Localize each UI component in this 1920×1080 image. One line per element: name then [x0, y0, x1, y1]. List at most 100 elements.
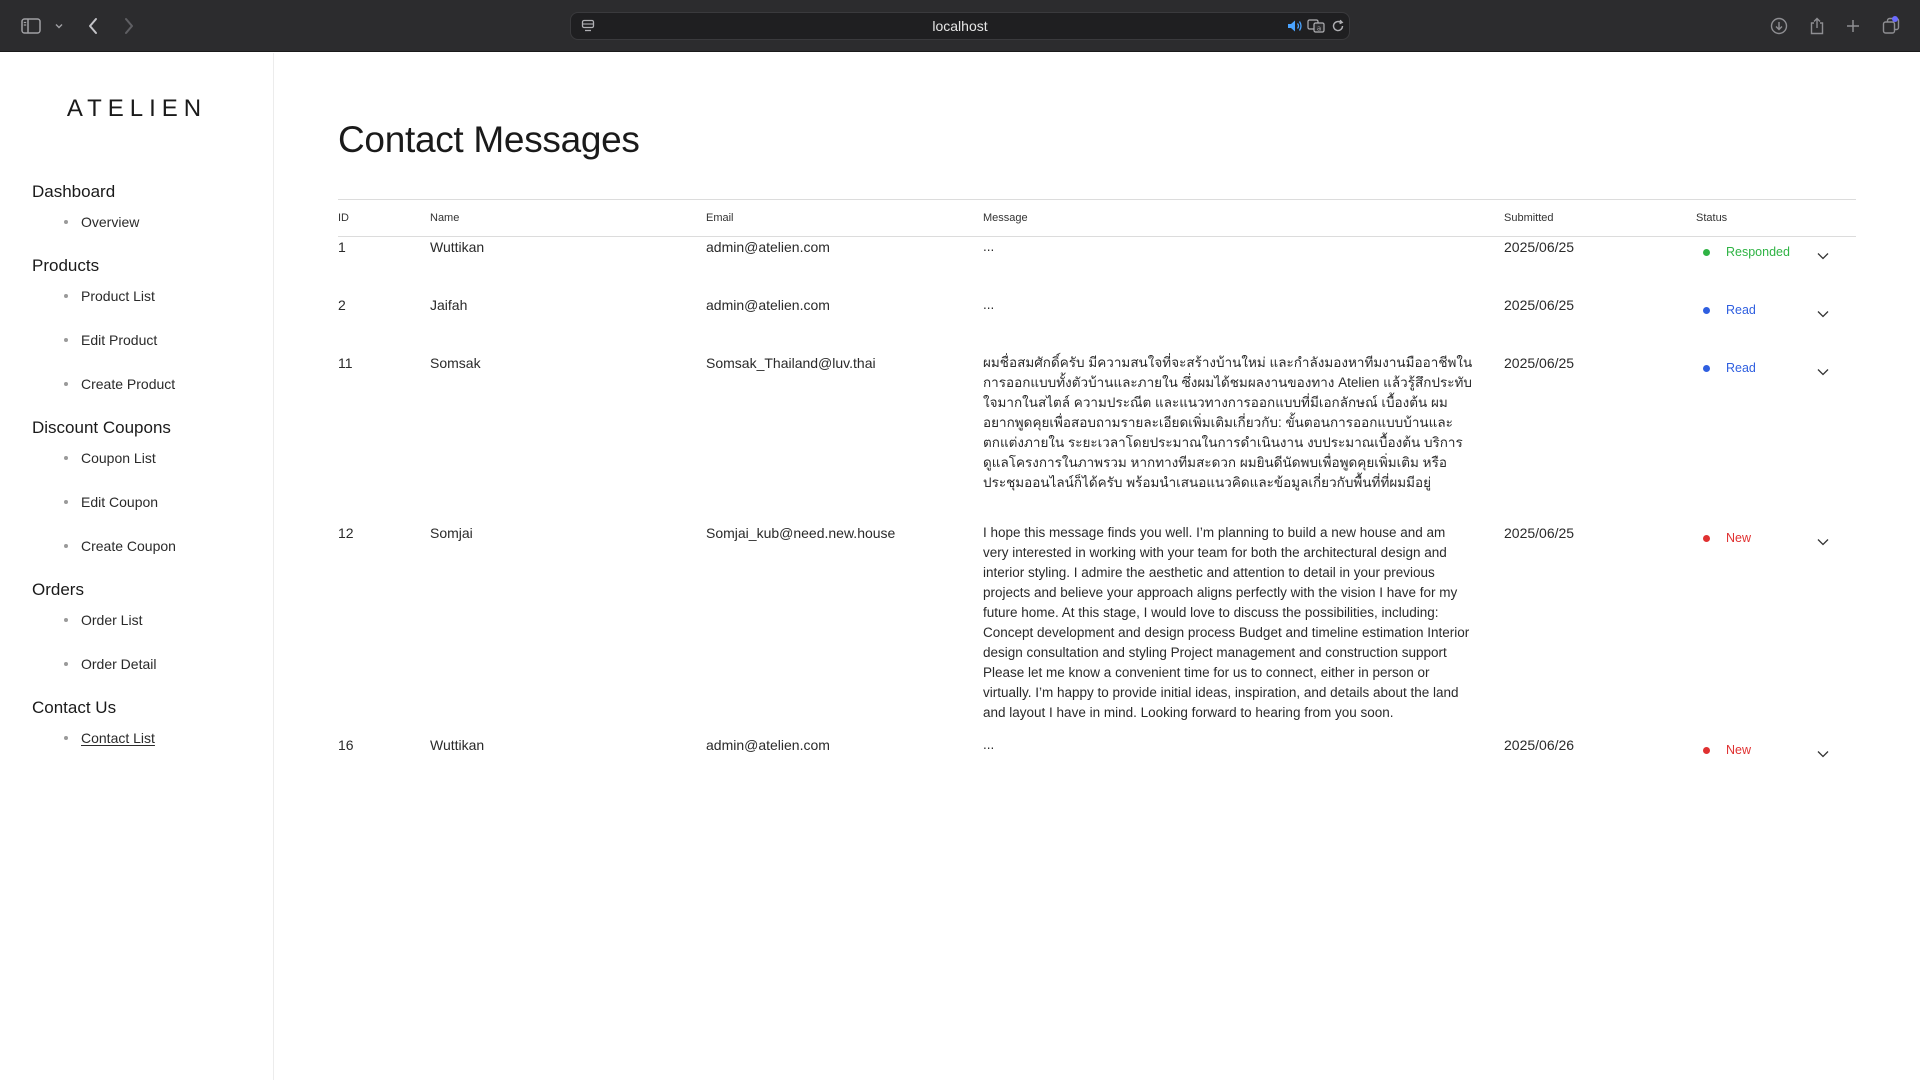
cell-name: Somsak [430, 355, 481, 371]
sidebar-item-create-coupon[interactable]: Create Coupon [32, 536, 262, 560]
nav-section-products: Products Product List Edit Product Create P… [32, 254, 262, 398]
cell-name: Somjai [430, 525, 473, 541]
cell-id: 11 [338, 355, 353, 371]
translate-icon[interactable]: a [1307, 18, 1325, 34]
status-dropdown[interactable]: New [1703, 528, 1833, 548]
back-button[interactable] [82, 12, 104, 40]
bullet-icon [64, 456, 68, 460]
sidebar-item-order-detail[interactable]: Order Detail [32, 654, 262, 678]
reload-icon[interactable] [1331, 18, 1345, 34]
cell-submitted: 2025/06/25 [1504, 239, 1575, 255]
chevron-down-icon[interactable] [1816, 532, 1830, 552]
sidebar-item-edit-product[interactable]: Edit Product [32, 330, 262, 374]
contact-messages-table: ID Name Email Message Submitted Status 1… [338, 199, 1856, 758]
audio-playing-icon[interactable] [1287, 18, 1303, 34]
cell-name: Jaifah [430, 297, 468, 313]
chevron-left-icon [87, 17, 99, 35]
url-text: localhost [932, 18, 988, 34]
status-badge: New [1726, 743, 1752, 757]
status-dot-icon [1703, 306, 1710, 314]
nav-item-list: Product List Edit Product Create Product [32, 286, 262, 398]
cell-message: I hope this message finds you well. I’m … [983, 525, 1470, 720]
chevron-down-icon[interactable] [1816, 304, 1830, 324]
cell-email: admin@atelien.com [706, 239, 830, 255]
cell-submitted: 2025/06/25 [1504, 525, 1575, 541]
status-badge: Read [1726, 303, 1756, 317]
share-icon [1809, 17, 1825, 35]
status-badge: New [1726, 531, 1752, 545]
sidebar-item-label: Coupon List [81, 450, 156, 466]
cell-email: Somsak_Thailand@luv.thai [706, 355, 876, 371]
sidebar-menu-button[interactable] [52, 12, 66, 40]
nav-heading: Orders [32, 580, 84, 599]
sidebar-item-label: Order List [81, 612, 143, 628]
nav-section-orders: Orders Order List Order Detail [32, 578, 262, 678]
sidebar-item-edit-coupon[interactable]: Edit Coupon [32, 492, 262, 536]
cell-submitted: 2025/06/26 [1504, 737, 1575, 753]
nav-section-discount-coupons: Discount Coupons Coupon List Edit Coupon Cr… [32, 416, 262, 560]
status-dropdown[interactable]: Read [1703, 358, 1833, 378]
nav-heading: Dashboard [32, 182, 116, 201]
sidebar-item-label: Create Coupon [81, 538, 176, 554]
chevron-down-icon[interactable] [1816, 744, 1830, 764]
status-dot-icon [1703, 248, 1710, 256]
sidebar-item-coupon-list[interactable]: Coupon List [32, 448, 262, 492]
column-header-status: Status [1696, 212, 1728, 224]
sidebar-item-overview[interactable]: Overview [32, 212, 262, 236]
download-icon [1770, 17, 1788, 35]
sidebar-toggle-button[interactable] [18, 12, 44, 40]
sidebar-item-label: Overview [81, 214, 140, 230]
status-badge: Responded [1726, 245, 1790, 259]
nav-section-dashboard: Dashboard Overview [32, 180, 262, 236]
nav-heading: Contact Us [32, 698, 117, 717]
sidebar-item-label: Order Detail [81, 656, 157, 672]
nav-heading: Discount Coupons [32, 418, 171, 437]
cell-submitted: 2025/06/25 [1504, 355, 1575, 371]
chevron-down-icon [54, 22, 64, 30]
forward-button[interactable] [118, 12, 140, 40]
chevron-down-icon[interactable] [1816, 246, 1830, 266]
sidebar-item-contact-list[interactable]: Contact List [32, 728, 262, 752]
sidebar-item-order-list[interactable]: Order List [32, 610, 262, 654]
bullet-icon [64, 338, 68, 342]
cell-id: 1 [338, 239, 346, 255]
sidebar-item-label: Edit Product [81, 332, 158, 348]
bullet-icon [64, 294, 68, 298]
cell-id: 12 [338, 525, 354, 541]
sidebar-item-label: Edit Coupon [81, 494, 159, 510]
cell-email: admin@atelien.com [706, 297, 830, 313]
share-button[interactable] [1806, 12, 1828, 40]
bullet-icon [64, 618, 68, 622]
chevron-down-icon[interactable] [1816, 362, 1830, 382]
column-header-email: Email [706, 212, 734, 224]
address-bar[interactable]: localhost a [570, 12, 1350, 40]
bullet-icon [64, 736, 68, 740]
sidebar-item-label: Create Product [81, 376, 176, 392]
main-content: Contact Messages ID Name Email Message S… [275, 53, 1920, 1080]
cell-id: 16 [338, 737, 354, 753]
sidebar-item-create-product[interactable]: Create Product [32, 374, 262, 398]
nav-item-list: Contact List [32, 728, 262, 752]
status-dropdown[interactable]: New [1703, 740, 1833, 760]
sidebar-nav: Dashboard Overview Products Product List Edi… [32, 180, 262, 770]
sidebar-item-product-list[interactable]: Product List [32, 286, 262, 330]
nav-section-contact-us: Contact Us Contact List [32, 696, 262, 752]
bullet-icon [64, 382, 68, 386]
plus-icon [1845, 18, 1861, 34]
downloads-button[interactable] [1768, 12, 1790, 40]
sidebar-item-label: Contact List [81, 730, 155, 746]
status-dropdown[interactable]: Responded [1703, 242, 1833, 262]
page-title: Contact Messages [338, 119, 640, 160]
tabs-overview-button[interactable] [1878, 12, 1904, 40]
cell-message: ผมชื่อสมศักดิ์ครับ มีความสนใจที่จะสร้างบ… [983, 355, 1473, 490]
cell-name: Wuttikan [430, 239, 485, 255]
new-tab-button[interactable] [1842, 12, 1864, 40]
notification-dot [1892, 16, 1898, 22]
status-dot-icon [1703, 534, 1710, 542]
bullet-icon [64, 500, 68, 504]
nav-item-list: Overview [32, 212, 262, 236]
brand-logo[interactable]: ATELIEN [0, 95, 274, 123]
nav-item-list: Coupon List Edit Coupon Create Coupon [32, 448, 262, 560]
status-dropdown[interactable]: Read [1703, 300, 1833, 320]
admin-sidebar: ATELIEN Dashboard Overview Products Product… [0, 53, 274, 1080]
